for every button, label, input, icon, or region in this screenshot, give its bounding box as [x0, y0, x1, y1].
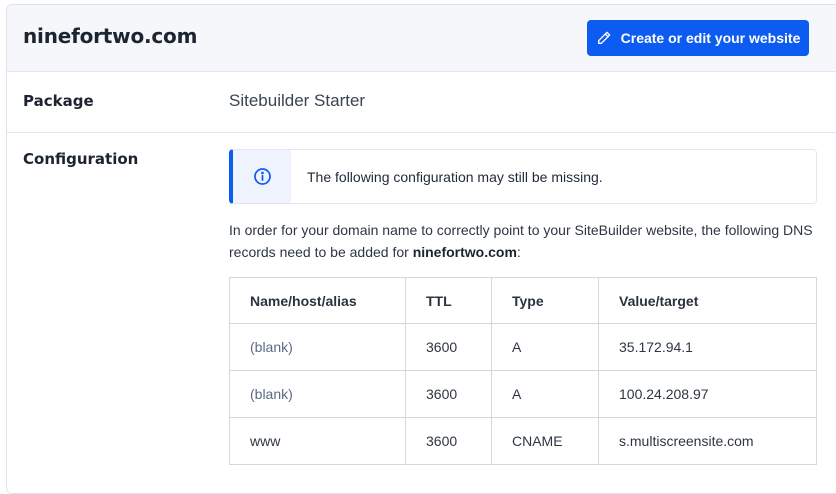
create-edit-website-button[interactable]: Create or edit your website [587, 20, 809, 56]
cell-type: CNAME [491, 417, 599, 465]
domain-card: ninefortwo.com Create or edit your websi… [6, 4, 836, 494]
alert-text: The following configuration may still be… [307, 168, 603, 185]
column-header-value: Value/target [598, 277, 817, 324]
domain-title: ninefortwo.com [23, 24, 198, 48]
table-row: www 3600 CNAME s.multiscreensite.com [229, 417, 817, 465]
table-row: (blank) 3600 A 100.24.208.97 [229, 370, 817, 418]
table-header-row: Name/host/alias TTL Type Value/target [229, 277, 817, 324]
pencil-icon [597, 31, 610, 44]
cell-ttl: 3600 [405, 323, 492, 371]
package-row: Package Sitebuilder Starter [7, 72, 836, 133]
dns-description-text: In order for your domain name to correct… [229, 222, 813, 260]
cell-name: (blank) [229, 370, 406, 418]
table-row: (blank) 3600 A 35.172.94.1 [229, 323, 817, 371]
dns-description-end: : [516, 244, 521, 260]
cell-ttl: 3600 [405, 417, 492, 465]
package-value: Sitebuilder Starter [229, 91, 366, 110]
column-header-type: Type [491, 277, 599, 324]
dns-records-table: Name/host/alias TTL Type Value/target (b… [229, 277, 817, 465]
create-edit-website-label: Create or edit your website [620, 30, 801, 46]
column-header-name: Name/host/alias [229, 277, 406, 324]
cell-type: A [491, 323, 599, 371]
cell-value: 100.24.208.97 [598, 370, 817, 418]
package-label: Package [23, 92, 94, 110]
configuration-label: Configuration [23, 150, 139, 168]
dns-description-domain: ninefortwo.com [412, 244, 517, 260]
configuration-row: Configuration The following configuratio… [7, 133, 836, 493]
card-header: ninefortwo.com Create or edit your websi… [7, 5, 836, 72]
dns-description: In order for your domain name to correct… [229, 219, 819, 263]
cell-type: A [491, 370, 599, 418]
missing-config-alert: The following configuration may still be… [229, 149, 817, 204]
cell-value: s.multiscreensite.com [598, 417, 817, 465]
cell-name: www [229, 417, 406, 465]
cell-name: (blank) [229, 323, 406, 371]
info-icon [253, 168, 271, 185]
column-header-ttl: TTL [405, 277, 492, 324]
cell-value: 35.172.94.1 [598, 323, 817, 371]
cell-ttl: 3600 [405, 370, 492, 418]
